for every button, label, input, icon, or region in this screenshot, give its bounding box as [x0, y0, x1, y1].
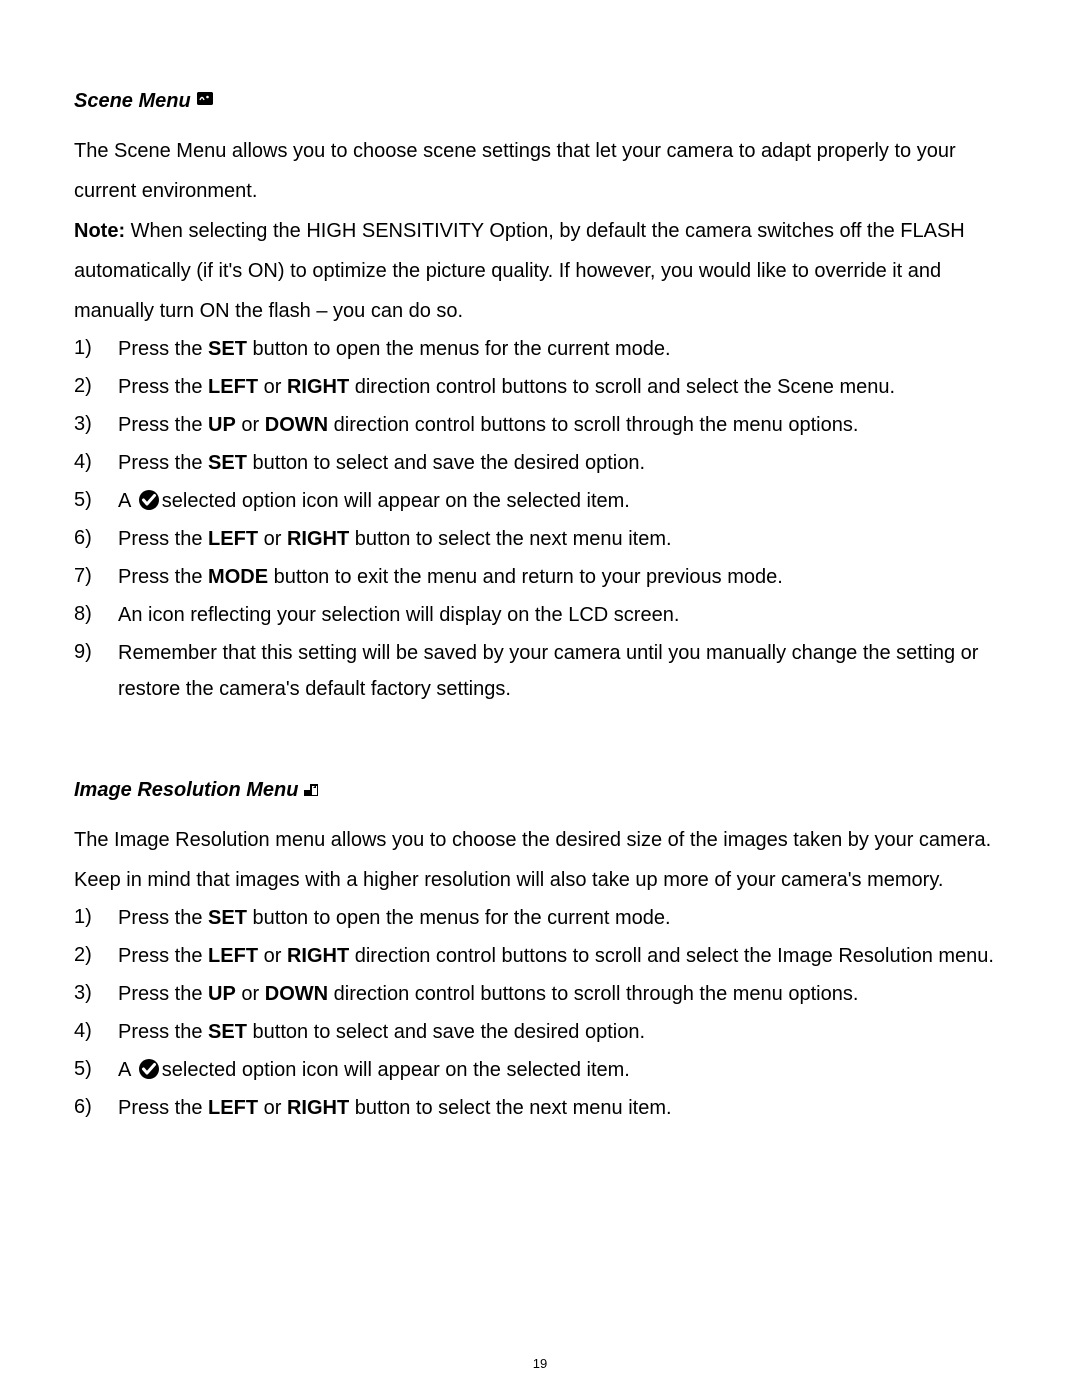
list-item: 6) Press the LEFT or RIGHT button to sel… — [74, 1090, 1006, 1126]
list-item: 5) A selected option icon will appear on… — [74, 483, 1006, 519]
page-number: 19 — [0, 1356, 1080, 1371]
list-item: 4) Press the SET button to select and sa… — [74, 1014, 1006, 1050]
step-text: Press the LEFT or RIGHT direction contro… — [118, 938, 1006, 974]
note-label: Note: — [74, 220, 125, 242]
step-number: 1) — [74, 900, 118, 936]
image-resolution-steps: 1) Press the SET button to open the menu… — [74, 900, 1006, 1126]
step-text: Press the SET button to open the menus f… — [118, 900, 1006, 936]
step-number: 4) — [74, 1014, 118, 1050]
list-item: 3) Press the UP or DOWN direction contro… — [74, 976, 1006, 1012]
list-item: 2) Press the LEFT or RIGHT direction con… — [74, 938, 1006, 974]
step-text: An icon reflecting your selection will d… — [118, 597, 1006, 633]
step-number: 7) — [74, 559, 118, 595]
checkmark-icon — [138, 489, 160, 511]
step-text: Press the LEFT or RIGHT direction contro… — [118, 369, 1006, 405]
list-item: 2) Press the LEFT or RIGHT direction con… — [74, 369, 1006, 405]
list-item: 9) Remember that this setting will be sa… — [74, 635, 1006, 707]
note-body: When selecting the HIGH SENSITIVITY Opti… — [74, 220, 965, 322]
scene-menu-note: Note: When selecting the HIGH SENSITIVIT… — [74, 211, 1006, 331]
list-item: 8) An icon reflecting your selection wil… — [74, 597, 1006, 633]
step-text: Press the MODE button to exit the menu a… — [118, 559, 1006, 595]
checkmark-icon — [138, 1058, 160, 1080]
step-text: Press the LEFT or RIGHT button to select… — [118, 521, 1006, 557]
step-text: A selected option icon will appear on th… — [118, 1052, 1006, 1088]
step-text: Press the SET button to open the menus f… — [118, 331, 1006, 367]
step-text: Press the SET button to select and save … — [118, 1014, 1006, 1050]
list-item: 7) Press the MODE button to exit the men… — [74, 559, 1006, 595]
step-number: 1) — [74, 331, 118, 367]
step-text: Press the SET button to select and save … — [118, 445, 1006, 481]
image-resolution-intro: The Image Resolution menu allows you to … — [74, 820, 1006, 900]
step-number: 3) — [74, 976, 118, 1012]
list-item: 1) Press the SET button to open the menu… — [74, 331, 1006, 367]
list-item: 4) Press the SET button to select and sa… — [74, 445, 1006, 481]
step-text: Press the UP or DOWN direction control b… — [118, 976, 1006, 1012]
image-resolution-title: Image Resolution Menu — [74, 779, 298, 802]
step-number: 2) — [74, 938, 118, 974]
step-number: 8) — [74, 597, 118, 633]
step-number: 4) — [74, 445, 118, 481]
list-item: 5) A selected option icon will appear on… — [74, 1052, 1006, 1088]
list-item: 1) Press the SET button to open the menu… — [74, 900, 1006, 936]
step-number: 5) — [74, 1052, 118, 1088]
page: Scene Menu The Scene Menu allows you to … — [0, 0, 1080, 1397]
step-number: 6) — [74, 1090, 118, 1126]
scene-menu-heading: Scene Menu — [74, 90, 1006, 113]
scene-menu-icon — [197, 92, 213, 105]
step-text: Press the UP or DOWN direction control b… — [118, 407, 1006, 443]
step-text: Press the LEFT or RIGHT button to select… — [118, 1090, 1006, 1126]
step-number: 2) — [74, 369, 118, 405]
step-number: 3) — [74, 407, 118, 443]
step-number: 5) — [74, 483, 118, 519]
list-item: 6) Press the LEFT or RIGHT button to sel… — [74, 521, 1006, 557]
step-number: 9) — [74, 635, 118, 707]
step-number: 6) — [74, 521, 118, 557]
scene-menu-intro: The Scene Menu allows you to choose scen… — [74, 131, 1006, 211]
scene-menu-title: Scene Menu — [74, 90, 191, 113]
step-text: A selected option icon will appear on th… — [118, 483, 1006, 519]
step-text: Remember that this setting will be saved… — [118, 635, 1006, 707]
image-resolution-heading: Image Resolution Menu — [74, 779, 1006, 802]
scene-menu-steps: 1) Press the SET button to open the menu… — [74, 331, 1006, 707]
list-item: 3) Press the UP or DOWN direction contro… — [74, 407, 1006, 443]
image-resolution-icon — [304, 782, 318, 796]
